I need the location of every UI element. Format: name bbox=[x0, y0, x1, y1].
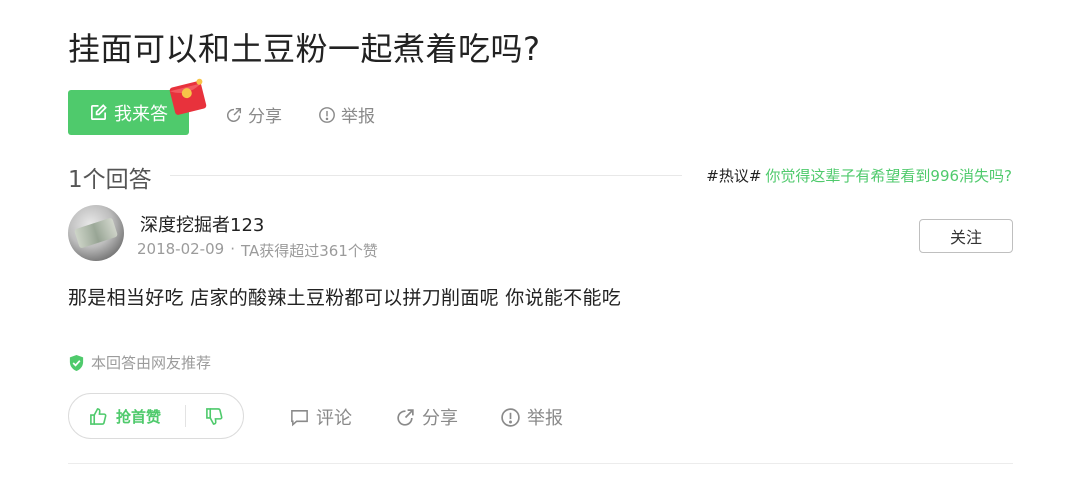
thumbs-down-icon bbox=[206, 407, 223, 425]
edit-icon bbox=[90, 104, 107, 121]
report-button[interactable]: 举报 bbox=[318, 102, 375, 127]
vote-group: 抢首赞 bbox=[68, 393, 244, 439]
recommend-badge: 本回答由网友推荐 bbox=[68, 352, 211, 373]
shield-check-icon bbox=[69, 354, 84, 371]
share-icon bbox=[397, 408, 414, 426]
answer-report-button[interactable]: 举报 bbox=[500, 404, 563, 430]
upvote-label: 抢首赞 bbox=[116, 407, 162, 426]
avatar[interactable] bbox=[68, 205, 124, 261]
comment-button[interactable]: 评论 bbox=[289, 404, 352, 430]
answers-count: 1个回答 bbox=[68, 167, 152, 193]
answer-divider bbox=[68, 463, 1013, 464]
report-icon bbox=[319, 106, 335, 123]
report-label: 举报 bbox=[341, 107, 375, 127]
question-title: 挂面可以和土豆粉一起煮着吃吗? bbox=[68, 30, 541, 68]
hot-topic-tag: #热议# bbox=[706, 167, 762, 185]
answer-button-label: 我来答 bbox=[114, 103, 168, 125]
answer-meta: 2018-02-09 · TA获得超过361个赞 bbox=[137, 240, 378, 261]
comment-icon bbox=[291, 409, 308, 426]
header-divider bbox=[170, 175, 682, 176]
answer-date: 2018-02-09 bbox=[137, 240, 225, 258]
hot-topic-text: 你觉得这辈子有希望看到996消失吗? bbox=[765, 167, 1012, 185]
hot-topic-link[interactable]: #热议# 你觉得这辈子有希望看到996消失吗? bbox=[706, 165, 1012, 186]
answer-share-button[interactable]: 分享 bbox=[395, 404, 458, 430]
answer-report-label: 举报 bbox=[527, 408, 563, 429]
follow-button[interactable]: 关注 bbox=[919, 219, 1013, 253]
downvote-button[interactable] bbox=[186, 394, 243, 438]
answer-share-label: 分享 bbox=[422, 408, 458, 429]
thumbs-up-icon bbox=[90, 407, 107, 425]
author-likes: TA获得超过361个赞 bbox=[240, 242, 378, 260]
meta-separator: · bbox=[230, 240, 235, 258]
recommend-text: 本回答由网友推荐 bbox=[91, 354, 212, 372]
share-icon bbox=[226, 107, 242, 122]
red-envelope-icon[interactable] bbox=[164, 76, 212, 121]
report-icon bbox=[501, 407, 520, 427]
share-label: 分享 bbox=[248, 107, 282, 127]
comment-label: 评论 bbox=[316, 408, 352, 429]
upvote-button[interactable]: 抢首赞 bbox=[69, 394, 185, 438]
author-name[interactable]: 深度挖掘者123 bbox=[140, 211, 264, 237]
answer-content: 那是相当好吃 店家的酸辣土豆粉都可以拼刀削面呢 你说能不能吃 bbox=[68, 287, 622, 309]
share-button[interactable]: 分享 bbox=[225, 102, 282, 127]
